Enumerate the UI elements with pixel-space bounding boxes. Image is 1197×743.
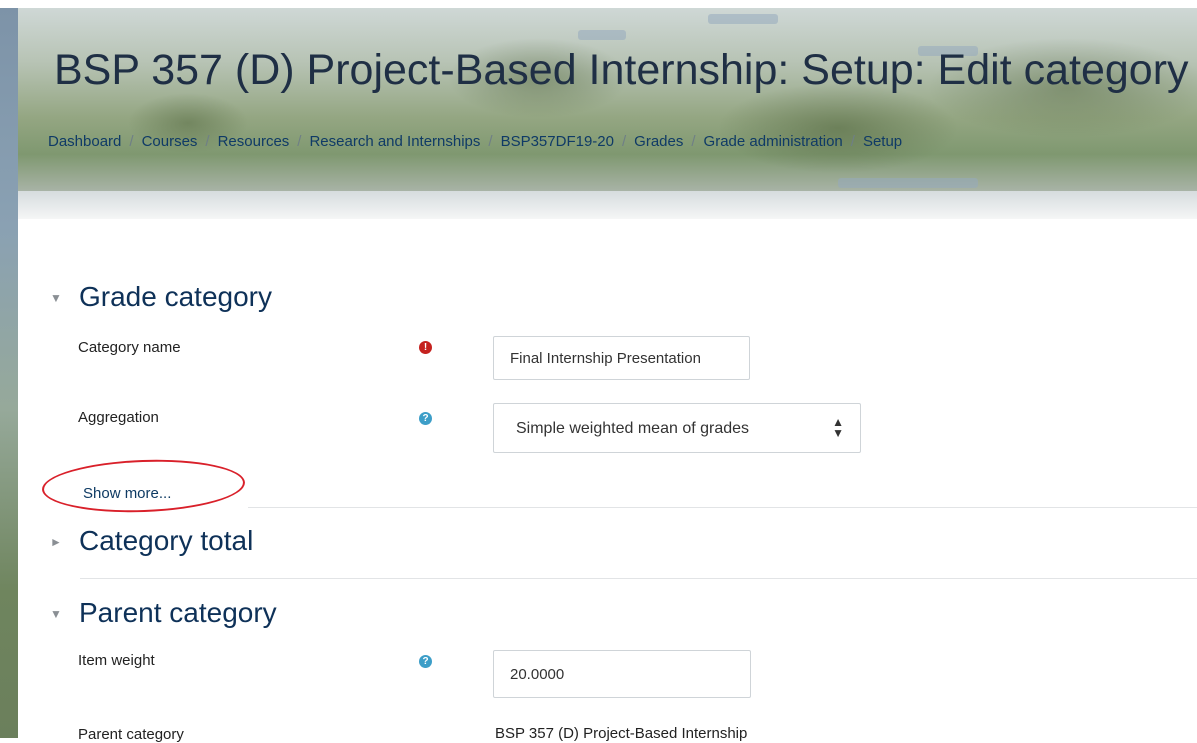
annotation-circle [41,456,246,516]
item-weight-input[interactable] [493,650,751,698]
edit-category-form: ▼ Grade category Category name ! Aggrega… [18,219,1197,743]
breadcrumb-item-courses[interactable]: Courses [142,133,198,150]
breadcrumb-separator: / [850,133,855,150]
breadcrumb-item-setup[interactable]: Setup [863,133,902,150]
banner-building-roof [838,178,978,188]
parent-category-label: Parent category [78,726,184,743]
caret-right-icon: ► [50,535,62,549]
section-toggle-parent-category[interactable]: ▼ Parent category [50,597,350,637]
breadcrumb-item-resources[interactable]: Resources [218,133,290,150]
page-header-banner: BSP 357 (D) Project-Based Internship: Se… [18,8,1197,191]
parent-category-value: BSP 357 (D) Project-Based Internship [495,725,748,742]
section-title-parent-category: Parent category [79,597,277,628]
help-icon[interactable]: ? [419,655,432,668]
breadcrumb-item-dashboard[interactable]: Dashboard [48,133,121,150]
breadcrumb-item-grade-administration[interactable]: Grade administration [704,133,843,150]
help-icon[interactable]: ? [419,412,432,425]
page-title: BSP 357 (D) Project-Based Internship: Se… [54,46,1189,94]
breadcrumb-item-research-and-internships[interactable]: Research and Internships [309,133,480,150]
page-frame-left-edge [0,8,18,738]
section-title-grade-category: Grade category [79,281,272,312]
breadcrumb-separator: / [621,133,627,150]
aggregation-selected-value: Simple weighted mean of grades [516,420,750,437]
item-weight-label: Item weight [78,652,155,669]
section-divider [80,578,1197,579]
header-shadow-band [18,191,1197,219]
aggregation-label: Aggregation [78,409,159,426]
banner-building-roof [578,30,626,40]
breadcrumb-separator: / [297,133,302,150]
select-arrows-icon: ▲ ▼ [832,415,844,440]
category-name-input[interactable] [493,336,750,380]
required-icon: ! [419,341,432,354]
caret-down-icon: ▼ [50,607,62,621]
page-frame-top [0,0,1197,8]
breadcrumb-separator: / [488,133,493,150]
breadcrumb-separator: / [691,133,696,150]
section-divider [248,507,1197,508]
section-toggle-category-total[interactable]: ► Category total [50,525,350,565]
breadcrumb-separator: / [129,133,134,150]
section-toggle-grade-category[interactable]: ▼ Grade category [50,281,350,321]
section-title-category-total: Category total [79,525,254,556]
breadcrumb-separator: / [205,133,210,150]
banner-building-roof [708,14,778,24]
breadcrumb-item-course[interactable]: BSP357DF19-20 [501,133,614,150]
category-name-label: Category name [78,339,181,356]
breadcrumb-item-grades[interactable]: Grades [634,133,683,150]
caret-down-icon: ▼ [50,291,62,305]
breadcrumb: Dashboard / Courses / Resources / Research and… [48,133,902,150]
aggregation-select[interactable]: Simple weighted mean of grades ▲ ▼ [493,403,861,453]
